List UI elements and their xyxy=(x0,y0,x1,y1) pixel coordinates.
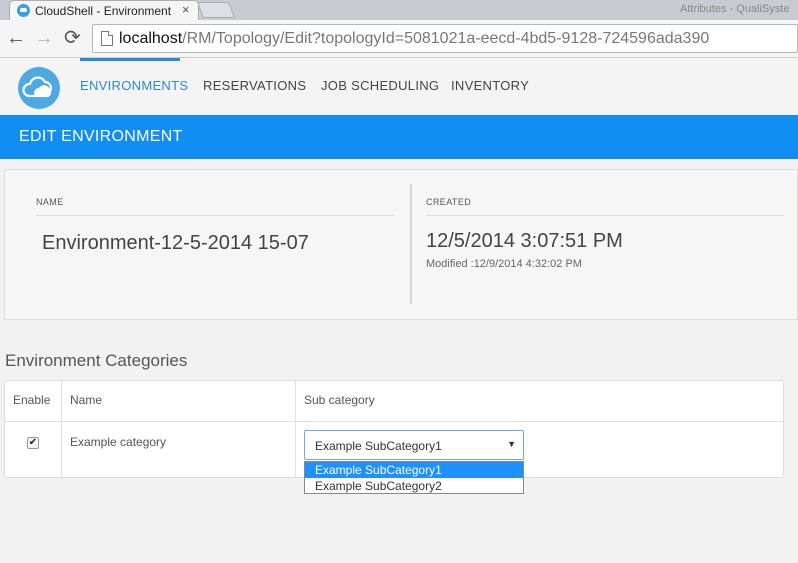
categories-title: Environment Categories xyxy=(5,351,188,370)
app-header: ENVIRONMENTS RESERVATIONS JOB SCHEDULING… xyxy=(0,58,798,115)
page-icon xyxy=(101,31,113,46)
nav-reservations[interactable]: RESERVATIONS xyxy=(203,78,306,93)
panel-divider xyxy=(410,184,412,304)
url-host: localhost xyxy=(119,30,183,47)
table-header-divider xyxy=(5,421,783,422)
back-arrow-icon[interactable]: ← xyxy=(6,28,26,48)
created-date: 12/5/2014 3:07:51 PM xyxy=(426,230,623,252)
nav-inventory[interactable]: INVENTORY xyxy=(451,78,529,93)
category-name: Example category xyxy=(70,435,167,449)
environment-info-panel: NAME Environment-12-5-2014 15-07 CREATED… xyxy=(4,169,798,320)
browser-tab[interactable]: CloudShell - Environment × xyxy=(9,0,199,20)
page-title: EDIT ENVIRONMENT xyxy=(19,128,183,145)
environment-name: Environment-12-5-2014 15-07 xyxy=(42,232,309,254)
nav-environments[interactable]: ENVIRONMENTS xyxy=(80,78,188,93)
column-divider xyxy=(61,381,62,477)
name-label: NAME xyxy=(36,197,64,207)
created-divider xyxy=(426,215,784,216)
header-enable: Enable xyxy=(13,393,51,407)
sub-category-selected-value: Example SubCategory1 xyxy=(315,439,442,453)
dropdown-option[interactable]: Example SubCategory2 xyxy=(305,478,523,494)
header-name: Name xyxy=(70,393,103,407)
dropdown-arrow-icon[interactable]: ▼ xyxy=(507,439,516,449)
reload-icon[interactable]: ⟳ xyxy=(64,28,81,48)
sub-category-select[interactable]: Example SubCategory1 ▼ xyxy=(304,430,524,460)
address-bar[interactable]: localhost/RM/Topology/Edit?topologyId=50… xyxy=(92,24,798,53)
tab-title: CloudShell - Environment xyxy=(35,4,172,18)
cloudshell-logo-icon[interactable] xyxy=(18,67,60,109)
nav-job-scheduling[interactable]: JOB SCHEDULING xyxy=(321,78,439,93)
url-text[interactable]: localhost/RM/Topology/Edit?topologyId=50… xyxy=(119,30,709,48)
active-nav-indicator xyxy=(80,58,180,61)
created-label: CREATED xyxy=(426,197,472,207)
browser-toolbar: ← → ⟳ localhost/RM/Topology/Edit?topolog… xyxy=(0,20,798,58)
dropdown-option[interactable]: Example SubCategory1 xyxy=(305,462,523,478)
column-divider xyxy=(295,381,296,477)
url-path: /RM/Topology/Edit?topologyId=5081021a-ee… xyxy=(182,30,710,47)
forward-arrow-icon[interactable]: → xyxy=(34,28,54,48)
close-tab-icon[interactable]: × xyxy=(182,2,190,17)
window-title: Attributes - QualiSyste xyxy=(680,3,790,15)
name-divider xyxy=(36,215,394,216)
enable-checkbox[interactable]: ✔ xyxy=(27,437,39,449)
new-tab-button[interactable] xyxy=(197,2,235,18)
modified-date: Modified :12/9/2014 4:32:02 PM xyxy=(426,258,582,270)
cloud-favicon-icon xyxy=(17,4,30,17)
sub-category-dropdown-list: Example SubCategory1 Example SubCategory… xyxy=(304,461,524,494)
header-sub-category: Sub category xyxy=(304,393,375,407)
browser-tabstrip: CloudShell - Environment × Attributes - … xyxy=(0,0,798,20)
page-title-bar: EDIT ENVIRONMENT xyxy=(0,115,798,159)
